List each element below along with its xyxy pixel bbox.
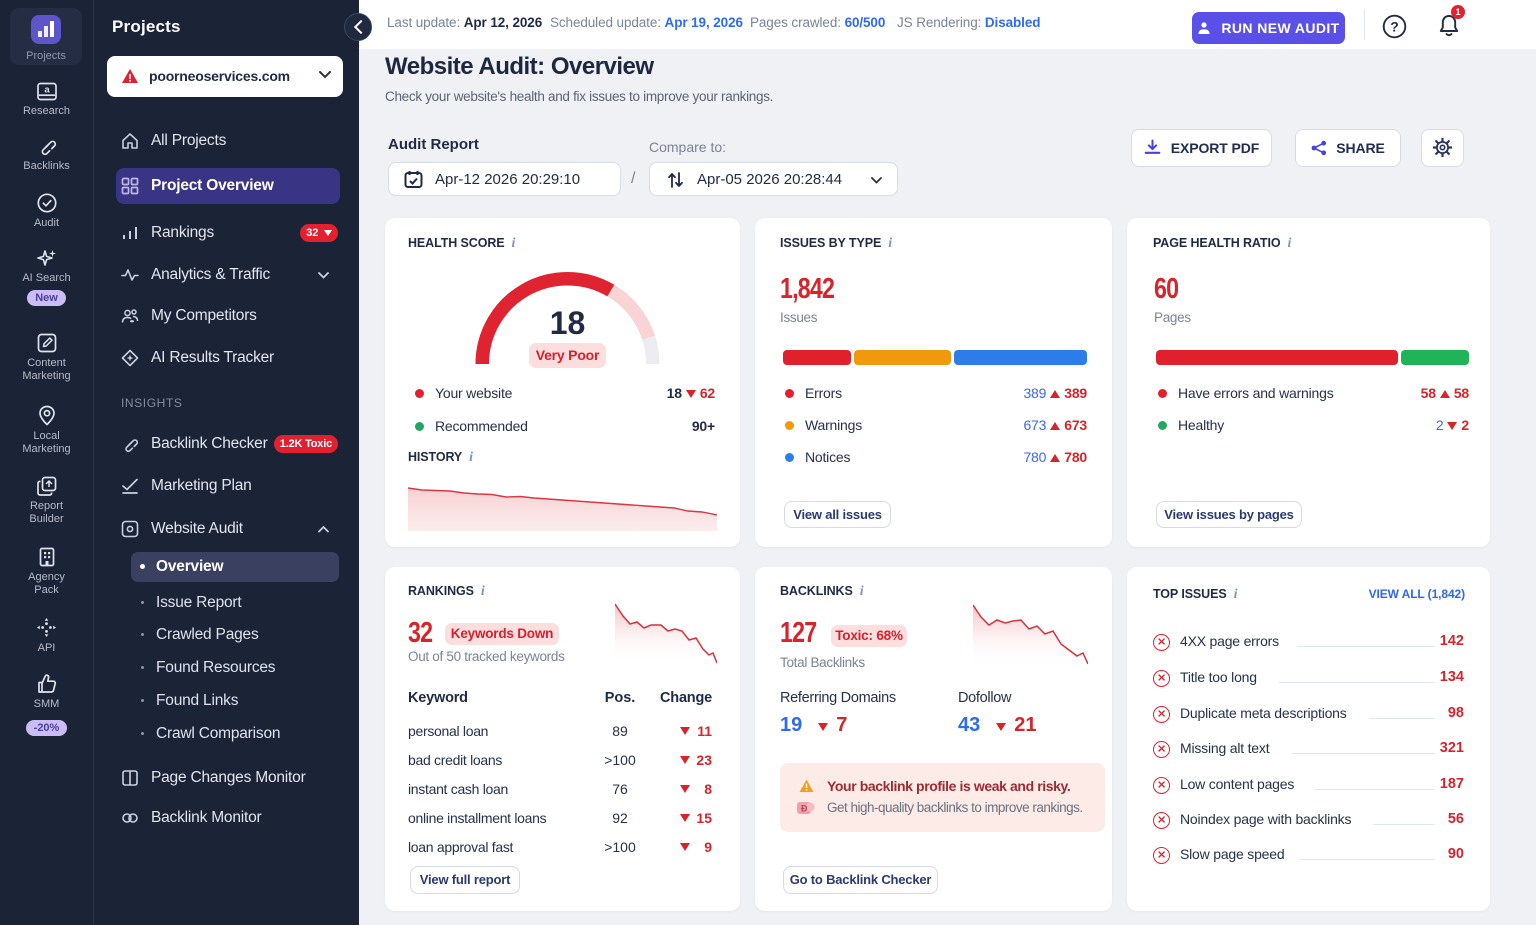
svg-text:a: a — [44, 85, 50, 96]
svg-text:Ð: Ð — [801, 804, 808, 814]
svg-text:?: ? — [1390, 19, 1399, 35]
